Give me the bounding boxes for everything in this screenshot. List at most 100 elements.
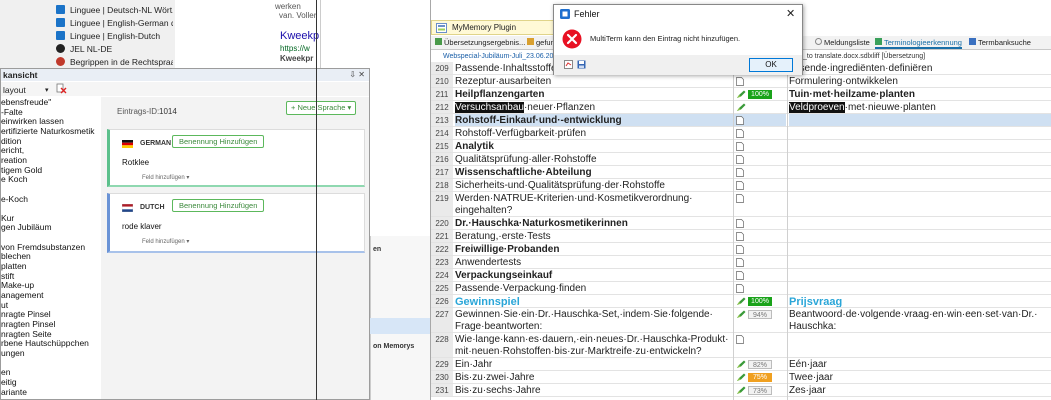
segment-row[interactable]: 211 Heilpflanzengarten 100% Tuin·met·heilza… xyxy=(431,88,1051,101)
source-segment[interactable]: Ein·Jahr xyxy=(455,358,733,370)
source-segment[interactable]: Versuchsanbau·neuer·Pflanzen xyxy=(455,101,733,113)
copy-icon[interactable] xyxy=(564,60,573,69)
bookmark-item[interactable]: Begrippen in de Rechtspraa... xyxy=(48,55,173,68)
source-segment[interactable]: Rezeptur·ausarbeiten xyxy=(455,75,733,87)
term-list-item[interactable]: e Koch xyxy=(1,175,101,184)
term-list-item[interactable]: reation xyxy=(1,156,101,165)
add-term-button-dutch[interactable]: Benennung Hinzufügen xyxy=(172,199,265,212)
segment-row[interactable]: 212 Versuchsanbau·neuer·Pflanzen Veldproev… xyxy=(431,101,1051,114)
save-icon[interactable] xyxy=(577,60,586,69)
target-segment[interactable] xyxy=(789,192,1051,216)
target-segment[interactable]: assende·ingrediënten·definiëren xyxy=(789,62,1051,74)
segment-row[interactable]: 228 Wie·lange·kann·es·dauern,·ein·neues·D… xyxy=(431,333,1051,358)
term-list-item[interactable]: eitig xyxy=(1,378,101,387)
source-segment[interactable]: Verpackungseinkauf xyxy=(455,269,733,281)
segment-row[interactable]: 219 Werden·NATRUE-Kriterien·und·Kosmetikv… xyxy=(431,192,1051,217)
target-segment[interactable]: Beantwoord·de·volgende·vraag·en·win·een·… xyxy=(789,308,1051,332)
term-list-item[interactable]: Make-up xyxy=(1,281,101,290)
term-list-item[interactable]: ebensfreude" xyxy=(1,98,101,107)
segment-row[interactable]: 215 Analytik xyxy=(431,140,1051,153)
add-field-german[interactable]: Feld hinzufügen ▾ xyxy=(142,174,189,181)
target-segment[interactable]: Eén·jaar xyxy=(789,358,1051,370)
term-list-item[interactable] xyxy=(1,233,101,242)
segment-row[interactable]: 225 Passende·Verpackung·finden xyxy=(431,282,1051,295)
source-segment[interactable]: Passende·Verpackung·finden xyxy=(455,282,733,294)
segment-row[interactable]: 221 Beratung,·erste·Tests xyxy=(431,230,1051,243)
tab-concordance[interactable]: gefun xyxy=(527,37,555,49)
dialog-titlebar[interactable]: Fehler ✕ xyxy=(554,5,802,23)
source-segment[interactable]: Wissenschaftliche·Abteilung xyxy=(455,166,733,178)
target-segment[interactable] xyxy=(789,217,1051,229)
source-segment[interactable]: Freiwillige·Probanden xyxy=(455,243,733,255)
close-icon[interactable]: ✕ xyxy=(786,7,795,20)
source-segment[interactable]: Gewinnen·Sie·ein·Dr.·Hauschka-Set,·indem… xyxy=(455,308,733,332)
segment-row[interactable]: 223 Anwendertests xyxy=(431,256,1051,269)
term-list-item[interactable]: -Falte xyxy=(1,108,101,117)
term-german[interactable]: Rotklee xyxy=(122,158,149,167)
term-list-item[interactable]: gen Jubiläum xyxy=(1,223,101,232)
target-segment[interactable] xyxy=(789,243,1051,255)
term-list-item[interactable]: einwirken lassen xyxy=(1,117,101,126)
term-list-item[interactable]: anagement xyxy=(1,291,101,300)
term-list-item[interactable]: tigem Gold xyxy=(1,166,101,175)
entry-panel-pin-close[interactable]: ⇩ ✕ xyxy=(349,69,365,81)
target-segment[interactable] xyxy=(789,282,1051,294)
tab-term-recognition[interactable]: Terminologieerkennung xyxy=(875,37,962,49)
bookmark-item[interactable]: Linguee | Deutsch-NL Wört... xyxy=(48,3,173,16)
source-segment[interactable]: Qualitätsprüfung·aller·Rohstoffe xyxy=(455,153,733,165)
segment-row[interactable]: 216 Qualitätsprüfung·aller·Rohstoffe xyxy=(431,153,1051,166)
target-segment[interactable]: Tuin·met·heilzame·planten xyxy=(789,88,1051,100)
segment-row[interactable]: 213 Rohstoff-Einkauf·und·-entwicklung xyxy=(431,114,1051,127)
source-segment[interactable]: Rohstoff-Verfügbarkeit·prüfen xyxy=(455,127,733,139)
chevron-down-icon[interactable]: ▾ xyxy=(45,84,49,98)
source-segment[interactable]: Analytik xyxy=(455,140,733,152)
source-segment[interactable]: Anwendertests xyxy=(455,256,733,268)
target-segment[interactable] xyxy=(789,333,1051,357)
target-segment[interactable] xyxy=(789,153,1051,165)
term-list-item[interactable]: platten xyxy=(1,262,101,271)
source-segment[interactable]: Sicherheits-und·Qualitätsprüfung·der·Roh… xyxy=(455,179,733,191)
add-term-button-german[interactable]: Benennung Hinzufügen xyxy=(172,135,265,148)
term-list-item[interactable]: ut xyxy=(1,301,101,310)
term-list-item[interactable]: blechen xyxy=(1,252,101,261)
segment-row[interactable]: 227 Gewinnen·Sie·ein·Dr.·Hauschka-Set,·in… xyxy=(431,308,1051,333)
middle-panel-selection[interactable] xyxy=(370,318,430,334)
target-segment[interactable] xyxy=(789,230,1051,242)
term-list-item[interactable]: ericht, xyxy=(1,146,101,155)
target-segment[interactable]: Twee·jaar xyxy=(789,371,1051,383)
target-segment[interactable] xyxy=(789,166,1051,178)
target-segment[interactable] xyxy=(789,127,1051,139)
term-list-item[interactable]: en xyxy=(1,368,101,377)
snippet-link[interactable]: Kweekp xyxy=(280,30,319,42)
source-segment[interactable]: Dr.·Hauschka·Naturkosmetikerinnen xyxy=(455,217,733,229)
term-list-item[interactable]: ertifizierte Naturkosmetik xyxy=(1,127,101,136)
target-segment[interactable] xyxy=(789,140,1051,152)
term-list-item[interactable]: von Fremdsubstanzen xyxy=(1,243,101,252)
segment-row[interactable]: 226 Gewinnspiel 100% Prijsvraag xyxy=(431,295,1051,308)
term-list-item[interactable]: nragten Pinsel xyxy=(1,320,101,329)
bookmark-item[interactable]: JEL NL-DE xyxy=(48,42,173,55)
term-list-item[interactable]: rbene Hautschüppchen xyxy=(1,339,101,348)
target-segment[interactable] xyxy=(789,269,1051,281)
term-list-item[interactable] xyxy=(1,359,101,368)
term-list-item[interactable]: ariante xyxy=(1,388,101,397)
target-segment[interactable] xyxy=(789,179,1051,191)
target-segment[interactable]: Veldproeven·met·nieuwe·planten xyxy=(789,101,1051,113)
target-segment[interactable]: Formulering·ontwikkelen xyxy=(789,75,1051,87)
delete-layout-icon[interactable] xyxy=(56,83,67,94)
term-list-item[interactable]: dition xyxy=(1,137,101,146)
term-list-item[interactable]: nragte Pinsel xyxy=(1,310,101,319)
source-segment[interactable]: Bis·zu·zwei·Jahre xyxy=(455,371,733,383)
new-language-button[interactable]: + Neue Sprache ▾ xyxy=(286,101,356,115)
tab-termbase-search[interactable]: Termbanksuche xyxy=(969,37,1031,49)
source-segment[interactable]: Beratung,·erste·Tests xyxy=(455,230,733,242)
source-segment[interactable]: Bis·zu·sechs·Jahre xyxy=(455,384,733,396)
tab-messages[interactable]: Meldungsliste xyxy=(815,37,870,49)
term-list-item[interactable]: stift xyxy=(1,272,101,281)
segment-row[interactable]: 230 Bis·zu·zwei·Jahre 75% Twee·jaar xyxy=(431,371,1051,384)
segment-row[interactable]: 229 Ein·Jahr 82% Eén·jaar xyxy=(431,358,1051,371)
segment-row[interactable]: 231 Bis·zu·sechs·Jahre 73% Zes·jaar xyxy=(431,384,1051,397)
tab-translation-results[interactable]: Übersetzungsergebnis... xyxy=(435,37,525,49)
target-segment[interactable] xyxy=(789,256,1051,268)
segment-row[interactable]: 222 Freiwillige·Probanden xyxy=(431,243,1051,256)
